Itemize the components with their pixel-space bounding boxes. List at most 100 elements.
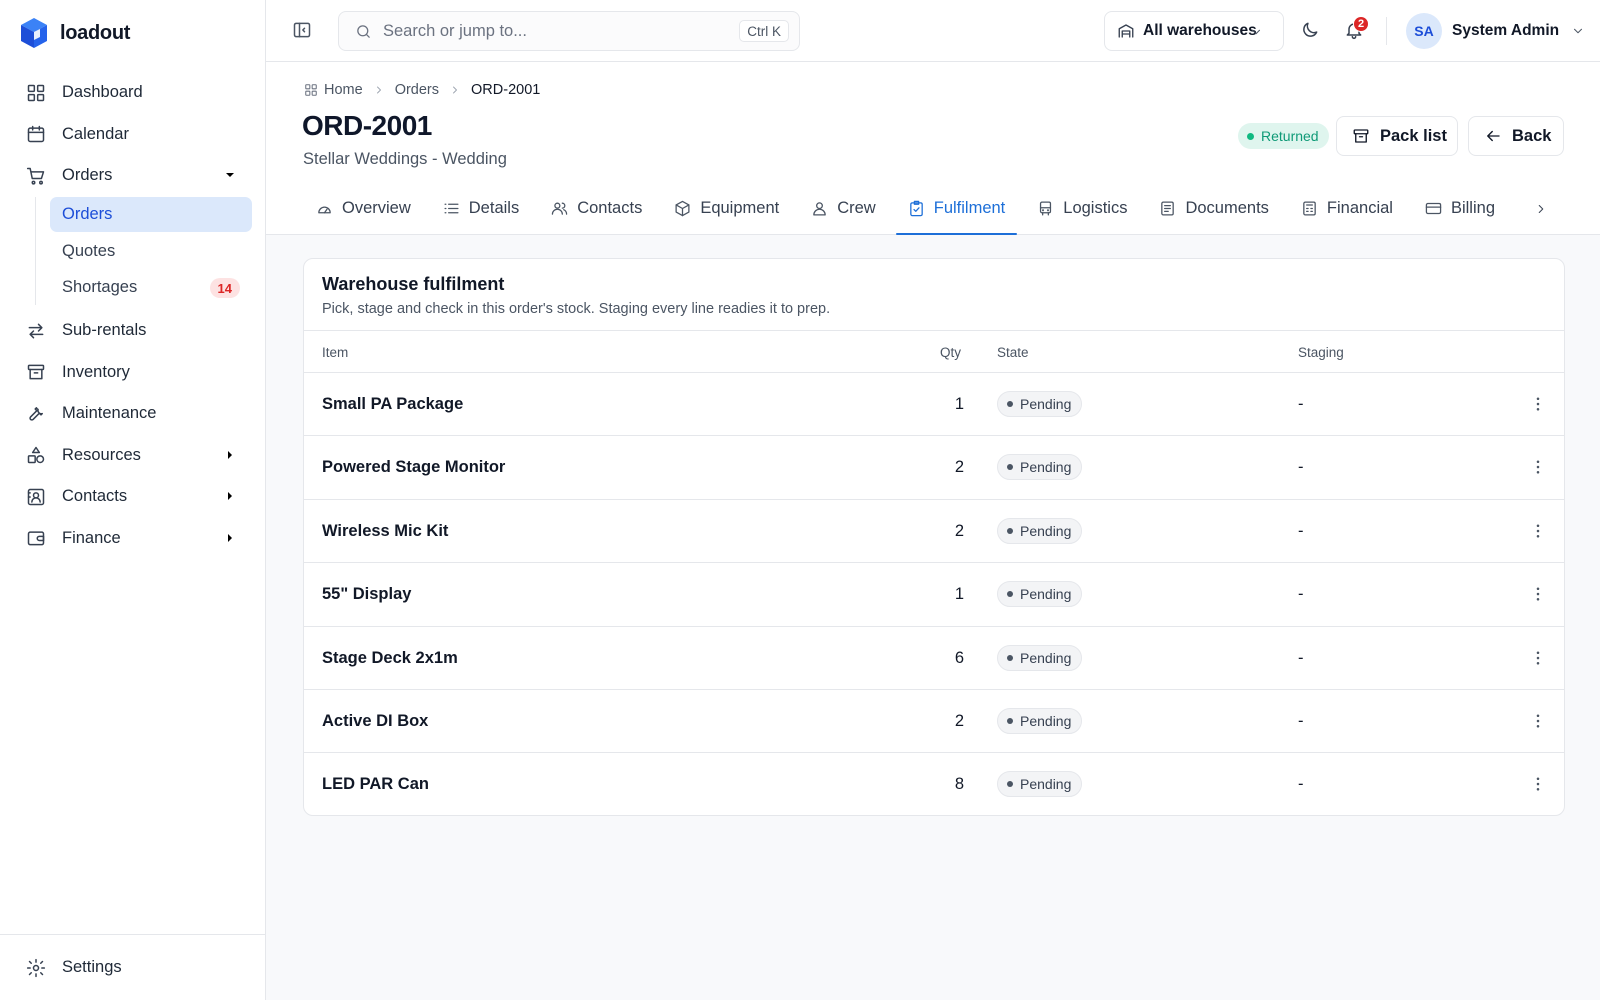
user-name: System Admin — [1452, 22, 1560, 39]
orders-subnav: Orders Quotes Shortages 14 — [35, 197, 252, 305]
sidebar-item-dashboard[interactable]: Dashboard — [14, 72, 252, 113]
sidebar-item-label: Sub-rentals — [62, 321, 147, 339]
calendar-icon — [26, 124, 46, 144]
chevron-right-icon — [222, 488, 238, 504]
more-vertical-icon[interactable] — [1529, 522, 1547, 540]
sidebar-subitem-quotes[interactable]: Quotes — [50, 234, 252, 269]
shapes-icon — [26, 445, 46, 465]
moon-icon[interactable] — [1300, 20, 1320, 40]
box-icon — [674, 200, 691, 217]
tab-label: Fulfilment — [933, 198, 1006, 217]
state-label: Pending — [1020, 459, 1072, 476]
topbar-divider — [1386, 17, 1387, 45]
sidebar-item-contacts[interactable]: Contacts — [14, 476, 252, 517]
table-row[interactable]: Active DI Box 2 Pending - — [304, 690, 1564, 754]
credit-card-icon — [1425, 200, 1442, 217]
topbar: Ctrl K All warehouses 2 SA System Admin — [266, 0, 1600, 62]
chevron-right-icon — [449, 84, 461, 96]
more-vertical-icon[interactable] — [1529, 712, 1547, 730]
tab-crew[interactable]: Crew — [799, 182, 888, 234]
sidebar-item-settings[interactable]: Settings — [14, 947, 252, 988]
sidebar-toggle-icon[interactable] — [292, 20, 312, 40]
chevron-right-icon — [373, 84, 385, 96]
pack-list-button[interactable]: Pack list — [1336, 116, 1458, 156]
back-button[interactable]: Back — [1468, 116, 1564, 156]
tab-label: Details — [468, 198, 520, 217]
warehouse-select-label: All warehouses — [1143, 22, 1257, 39]
tab-overview[interactable]: Overview — [304, 182, 423, 234]
document-icon — [1159, 200, 1176, 217]
sidebar-item-calendar[interactable]: Calendar — [14, 114, 252, 155]
sidebar-item-label: Finance — [62, 528, 121, 547]
more-vertical-icon[interactable] — [1529, 775, 1547, 793]
table-row[interactable]: Wireless Mic Kit 2 Pending - — [304, 500, 1564, 564]
more-vertical-icon[interactable] — [1529, 458, 1547, 476]
state-badge: Pending — [997, 707, 1083, 734]
item-name: Active DI Box — [322, 711, 429, 730]
sidebar-item-sub-rentals[interactable]: Sub-rentals — [14, 310, 252, 351]
sidebar-item-inventory[interactable]: Inventory — [14, 352, 252, 393]
tab-label: Logistics — [1063, 198, 1128, 217]
state-badge: Pending — [997, 454, 1083, 481]
dashboard-icon — [26, 83, 46, 103]
breadcrumb-orders[interactable]: Orders — [395, 82, 439, 98]
chevron-right-icon[interactable] — [1534, 202, 1548, 216]
tab-label: Contacts — [577, 198, 643, 217]
table-row[interactable]: Small PA Package 1 Pending - — [304, 373, 1564, 437]
tab-label: Overview — [342, 198, 411, 217]
table-row[interactable]: 55" Display 1 Pending - — [304, 563, 1564, 627]
sidebar-item-resources[interactable]: Resources — [14, 435, 252, 476]
wallet-icon — [26, 528, 46, 548]
state-dot — [1007, 654, 1013, 661]
breadcrumb-home[interactable]: Home — [324, 82, 363, 98]
state-dot — [1007, 717, 1013, 724]
sidebar-item-maintenance[interactable]: Maintenance — [14, 393, 252, 434]
tab-billing[interactable]: Billing — [1413, 182, 1507, 234]
column-header-state[interactable]: State — [997, 345, 1029, 360]
archive-icon — [1352, 127, 1370, 145]
column-header-staging[interactable]: Staging — [1298, 345, 1344, 360]
search-input[interactable] — [383, 21, 740, 41]
item-qty: 1 — [954, 585, 964, 604]
brand[interactable]: loadout — [20, 16, 130, 50]
tab-documents[interactable]: Documents — [1147, 182, 1280, 234]
tab-label: Billing — [1450, 198, 1495, 217]
tab-equipment[interactable]: Equipment — [662, 182, 791, 234]
sidebar-item-label: Maintenance — [62, 404, 157, 422]
sidebar-item-label: Resources — [62, 445, 141, 464]
sidebar-item-orders[interactable]: Orders — [14, 155, 252, 196]
search-shortcut-hint: Ctrl K — [739, 20, 789, 42]
tab-label: Crew — [837, 198, 876, 217]
more-vertical-icon[interactable] — [1529, 395, 1547, 413]
tab-logistics[interactable]: Logistics — [1025, 182, 1139, 234]
table-row[interactable]: Powered Stage Monitor 2 Pending - — [304, 436, 1564, 500]
staging-value: - — [1298, 711, 1304, 730]
staging-value: - — [1298, 585, 1304, 604]
user-menu[interactable]: SA System Admin — [1406, 13, 1585, 49]
pack-list-label: Pack list — [1380, 126, 1447, 145]
state-badge: Pending — [997, 517, 1083, 544]
sidebar-subitem-shortages[interactable]: Shortages 14 — [50, 270, 252, 305]
staging-value: - — [1298, 775, 1304, 794]
sidebar-subitem-label: Quotes — [62, 241, 116, 260]
more-vertical-icon[interactable] — [1529, 649, 1547, 667]
sidebar-item-finance[interactable]: Finance — [14, 518, 252, 559]
table-row[interactable]: LED PAR Can 8 Pending - — [304, 753, 1564, 815]
users-icon — [551, 200, 568, 217]
tab-fulfilment[interactable]: Fulfilment — [895, 182, 1018, 235]
search-box[interactable]: Ctrl K — [338, 11, 800, 51]
card-header: Warehouse fulfilment Pick, stage and che… — [304, 259, 1564, 331]
tab-financial[interactable]: Financial — [1289, 182, 1405, 234]
warehouse-icon — [1117, 22, 1135, 40]
tab-contacts[interactable]: Contacts — [539, 182, 654, 234]
sidebar-subitem-orders[interactable]: Orders — [50, 197, 252, 232]
column-header-item[interactable]: Item — [322, 345, 348, 360]
item-name: Stage Deck 2x1m — [322, 648, 458, 667]
grid-home-icon — [304, 83, 318, 97]
warehouse-select[interactable]: All warehouses — [1104, 11, 1284, 51]
tab-details[interactable]: Details — [431, 182, 531, 234]
more-vertical-icon[interactable] — [1529, 585, 1547, 603]
table-row[interactable]: Stage Deck 2x1m 6 Pending - — [304, 627, 1564, 690]
chevron-right-icon — [222, 447, 238, 463]
column-header-qty[interactable]: Qty — [940, 345, 961, 360]
